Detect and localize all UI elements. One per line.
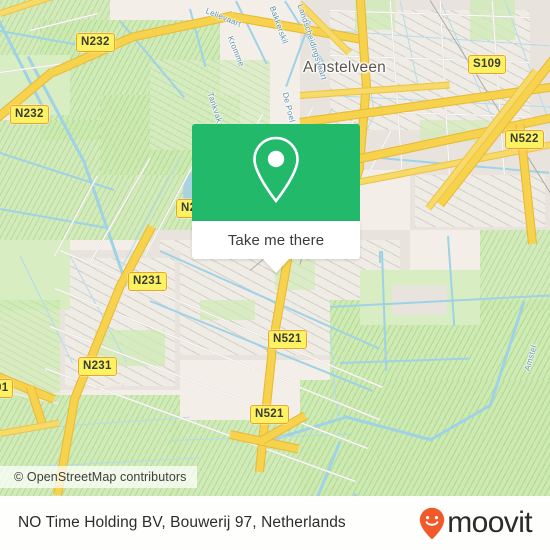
moovit-wordmark: moovit [447,506,532,539]
destination-card-header [192,124,360,221]
take-me-there-label: Take me there [227,231,325,249]
map-label-waterway-lelievaart: Lelievaart [204,6,243,29]
screenshot-root: Amstelveen Lelievaart Kromme Tankvak Bak… [0,0,550,550]
destination-card[interactable]: Take me there [192,124,360,273]
map-pin-icon [247,134,305,211]
map-canvas[interactable]: Amstelveen Lelievaart Kromme Tankvak Bak… [0,0,550,496]
moovit-pin-icon [419,507,445,540]
map-label-river-amstel: Amstel [522,344,539,372]
map-attribution[interactable]: © OpenStreetMap contributors [0,466,197,488]
map-shield-n521-upper: N521 [268,330,307,349]
map-label-waterway-kromme: Kromme [225,34,247,68]
place-title: NO Time Holding BV, Bouwerij 97, Netherl… [18,514,346,531]
map-shield-n232-left: N232 [10,105,49,124]
destination-card-pointer [262,258,290,273]
footer-bar: NO Time Holding BV, Bouwerij 97, Netherl… [0,496,550,550]
map-shield-s109: S109 [468,55,507,74]
map-shield-n231-lower: N231 [78,357,117,376]
map-shield-n232-top: N232 [76,33,115,52]
map-label-water-de-poel: De Poel [280,91,297,124]
map-label-waterway-bakkerskil: Bakkerskil [267,4,290,46]
map-shield-n231-upper: N231 [128,272,167,291]
map-shield-n201-cut: 01 [0,379,14,398]
destination-card-action[interactable]: Take me there [192,221,360,273]
map-shield-n522: N522 [505,130,544,149]
map-label-waterway-tankvak: Tankvak [205,91,224,124]
moovit-logo[interactable]: moovit [419,506,533,540]
map-shield-n521-lower: N521 [250,405,289,424]
